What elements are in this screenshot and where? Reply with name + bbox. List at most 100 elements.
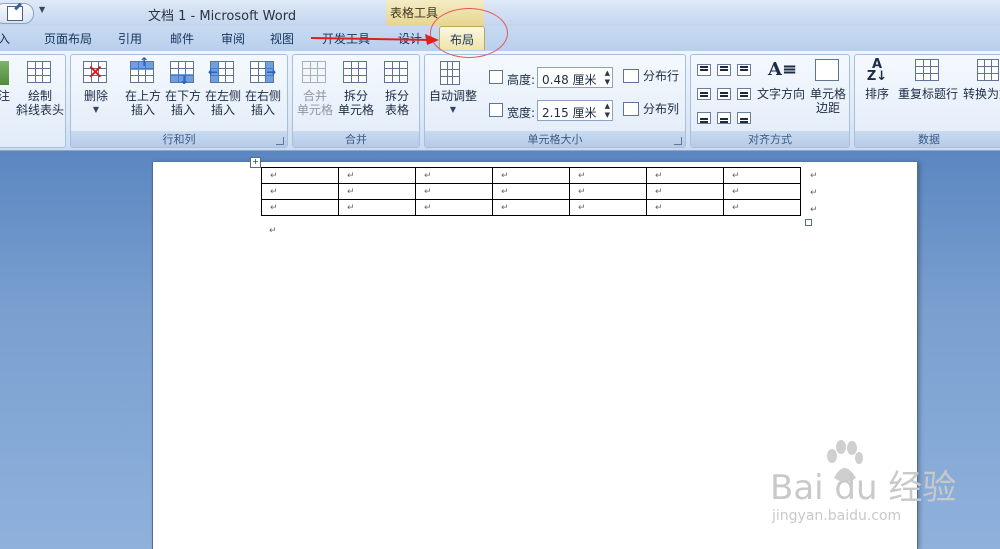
edit-icon[interactable] (7, 6, 23, 21)
table-cell[interactable]: ↵ (723, 199, 801, 216)
table-cell[interactable]: ↵ (646, 167, 724, 184)
split-cells-icon (343, 61, 367, 83)
split-table-button[interactable]: 拆分 表格 (377, 61, 417, 117)
window-title: 文档 1 - Microsoft Word (148, 9, 297, 24)
tab-page-layout[interactable]: 页面布局 (44, 30, 92, 47)
align-bottom-right-icon[interactable] (737, 112, 751, 124)
table-cell[interactable]: ↵ (261, 183, 339, 200)
align-middle-right-icon[interactable] (737, 88, 751, 100)
table-cell[interactable]: ↵ (338, 199, 416, 216)
text-direction-label: 文字方向 (756, 87, 805, 101)
split-cells-label-2: 单元格 (337, 103, 374, 117)
table-cell[interactable]: ↵ (261, 199, 339, 216)
merge-cells-button[interactable]: 合并 单元格 (295, 61, 335, 117)
repeat-header-rows-button[interactable]: 重复标题行 (897, 59, 959, 101)
text-direction-button[interactable]: A≡ 文字方向 (755, 59, 807, 101)
delete-x-icon: ✕ (87, 60, 104, 84)
align-middle-left-icon[interactable] (697, 88, 711, 100)
table-cell[interactable]: ↵ (569, 183, 647, 200)
convert-label: 转换为文 (963, 87, 1000, 101)
table-cell[interactable]: ↵ (415, 167, 493, 184)
red-arrow-icon (311, 34, 439, 45)
height-value[interactable]: 0.48 厘米 (542, 73, 597, 87)
split-cells-button[interactable]: 拆分 单元格 (335, 61, 377, 117)
sort-button[interactable]: A Z↓ 排序 (859, 58, 895, 101)
table-cell[interactable]: ↵ (415, 199, 493, 216)
group-rows-columns: ✕ 删除 ▼ ↑ 在上方 插入 ↓ 在下方 插入 ← 在左侧 插入 → 在右侧 … (70, 54, 288, 148)
insert-above-button[interactable]: ↑ 在上方 插入 (123, 55, 163, 117)
tab-insert[interactable]: 入 (0, 30, 10, 47)
table-row: ↵ ↵ ↵ ↵ ↵ ↵ ↵ (261, 183, 801, 200)
table-grid-icon (27, 61, 51, 83)
delete-label: 删除 (83, 89, 108, 103)
table-cell[interactable]: ↵ (415, 183, 493, 200)
row-height-icon (489, 70, 503, 84)
align-top-right-icon[interactable] (737, 64, 751, 76)
table-row: ↵ ↵ ↵ ↵ ↵ ↵ ↵ (261, 199, 801, 216)
align-top-left-icon[interactable] (697, 64, 711, 76)
table-cell[interactable]: ↵ (261, 167, 339, 184)
sort-label: 排序 (864, 87, 889, 101)
table-cell[interactable]: ↵ (492, 183, 570, 200)
table-cell[interactable]: ↵ (338, 167, 416, 184)
insert-below-label-2: 插入 (170, 103, 195, 117)
cell-margins-button[interactable]: 单元格 边距 (807, 59, 849, 115)
draw-diagonal-header-button[interactable]: 绘制 斜线表头 (15, 61, 65, 117)
table-cell[interactable]: ↵ (338, 183, 416, 200)
table-resize-handle-icon[interactable] (805, 219, 812, 226)
delete-button[interactable]: ✕ 删除 ▼ (79, 61, 113, 117)
table-cell[interactable]: ↵ (569, 167, 647, 184)
distribute-rows-label: 分布行 (643, 69, 680, 83)
table-move-handle-icon[interactable]: + (250, 157, 261, 168)
cell-margins-label-1: 单元格 (809, 87, 846, 101)
insert-below-button[interactable]: ↓ 在下方 插入 (163, 61, 203, 117)
cell-size-launcher-icon[interactable] (674, 137, 682, 145)
align-bottom-left-icon[interactable] (697, 112, 711, 124)
tab-view[interactable]: 视图 (270, 30, 294, 47)
eraser-button[interactable]: 注 (0, 61, 11, 103)
group-merge: 合并 单元格 拆分 单元格 拆分 表格 合并 (292, 54, 420, 148)
distribute-rows-icon (623, 69, 639, 83)
tab-references[interactable]: 引用 (118, 30, 142, 47)
merge-group-label: 合并 (293, 131, 419, 147)
split-table-label-2: 表格 (384, 103, 409, 117)
spinner-arrows-icon[interactable]: ▲ ▼ (605, 69, 610, 87)
align-middle-center-icon[interactable] (717, 88, 731, 100)
column-width-icon (489, 103, 503, 117)
width-label: 宽度: (507, 106, 536, 120)
table-cell[interactable]: ↵ (723, 167, 801, 184)
draw-label-1: 绘制 (27, 89, 52, 103)
merge-cells-icon (302, 61, 326, 83)
tab-mailings[interactable]: 邮件 (170, 30, 194, 47)
align-bottom-center-icon[interactable] (717, 112, 731, 124)
width-value[interactable]: 2.15 厘米 (542, 106, 597, 120)
convert-to-text-button[interactable]: 转换为文 (959, 59, 1000, 101)
insert-left-label-1: 在左侧 (204, 89, 241, 103)
table-cell[interactable]: ↵ (723, 183, 801, 200)
table-cell[interactable]: ↵ (569, 199, 647, 216)
table-cell[interactable]: ↵ (492, 167, 570, 184)
table-cell[interactable]: ↵ (646, 199, 724, 216)
alignment-group-label: 对齐方式 (691, 131, 849, 147)
tab-review[interactable]: 审阅 (221, 30, 245, 47)
rows-columns-launcher-icon[interactable] (276, 137, 284, 145)
spinner-arrows-icon[interactable]: ▲ ▼ (605, 102, 610, 120)
split-table-label-1: 拆分 (384, 89, 409, 103)
height-row: 高度: 0.48 厘米 ▲ ▼ (489, 67, 619, 89)
insert-left-button[interactable]: ← 在左侧 插入 (203, 61, 243, 117)
table-cell[interactable]: ↵ (646, 183, 724, 200)
end-of-row-mark: ↵ (810, 205, 818, 215)
width-spinner[interactable]: 2.15 厘米 ▲ ▼ (537, 100, 613, 121)
width-row: 宽度: 2.15 厘米 ▲ ▼ (489, 100, 619, 122)
document-table[interactable]: ↵ ↵ ↵ ↵ ↵ ↵ ↵ ↵ ↵ ↵ ↵ ↵ ↵ ↵ ↵ ↵ ↵ ↵ ↵ ↵ ↵ (261, 167, 801, 216)
end-of-row-mark: ↵ (810, 188, 818, 198)
autofit-button[interactable]: 自动调整 ▼ (427, 61, 479, 117)
height-spinner[interactable]: 0.48 厘米 ▲ ▼ (537, 67, 613, 88)
customize-qat-icon[interactable]: ▼ (39, 5, 45, 14)
rows-columns-group-label: 行和列 (71, 131, 287, 147)
insert-right-button[interactable]: → 在右侧 插入 (243, 61, 283, 117)
align-top-center-icon[interactable] (717, 64, 731, 76)
quick-access-toolbar[interactable] (0, 3, 34, 24)
end-of-row-mark: ↵ (810, 171, 818, 181)
table-cell[interactable]: ↵ (492, 199, 570, 216)
